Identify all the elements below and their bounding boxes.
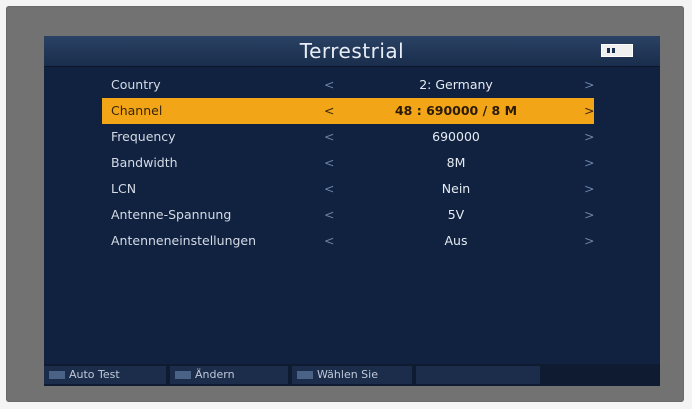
setting-value: 48 : 690000 / 8 M	[394, 103, 518, 118]
left-arrow-icon[interactable]: <	[324, 207, 334, 222]
auto-test-button[interactable]: Auto Test	[44, 366, 166, 384]
setting-value: Nein	[441, 181, 471, 196]
left-arrow-icon[interactable]: <	[324, 181, 334, 196]
right-arrow-icon[interactable]: >	[584, 233, 594, 248]
right-arrow-icon[interactable]: >	[584, 103, 594, 118]
left-arrow-icon[interactable]: <	[324, 103, 334, 118]
setting-label: Channel	[111, 103, 163, 118]
settings-list: Country < 2: Germany > Channel < 48 : 69…	[44, 72, 660, 254]
right-arrow-icon[interactable]: >	[584, 181, 594, 196]
setting-row-channel[interactable]: Channel < 48 : 690000 / 8 M >	[102, 98, 594, 124]
footer-label: Ändern	[195, 368, 235, 381]
footer-empty-slot	[416, 366, 540, 384]
setting-row-lcn[interactable]: LCN < Nein >	[44, 176, 660, 202]
setting-value: 690000	[432, 129, 480, 144]
left-arrow-icon[interactable]: <	[324, 77, 334, 92]
setting-label: Antenneneinstellungen	[111, 233, 257, 248]
battery-icon	[601, 44, 633, 57]
left-arrow-icon[interactable]: <	[324, 155, 334, 170]
footer-bar: Auto Test Ändern Wählen Sie	[44, 364, 660, 386]
remote-key-icon	[297, 371, 313, 379]
left-arrow-icon[interactable]: <	[324, 129, 334, 144]
remote-key-icon	[175, 371, 191, 379]
title-bar: Terrestrial	[44, 36, 660, 67]
tv-screen: Terrestrial Country < 2: Germany > Chann…	[44, 36, 660, 386]
andern-button[interactable]: Ändern	[170, 366, 288, 384]
right-arrow-icon[interactable]: >	[584, 207, 594, 222]
setting-row-frequency[interactable]: Frequency < 690000 >	[44, 124, 660, 150]
setting-value: 2: Germany	[419, 77, 493, 92]
left-arrow-icon[interactable]: <	[324, 233, 334, 248]
setting-label: LCN	[111, 181, 137, 196]
remote-key-icon	[49, 371, 65, 379]
setting-label: Frequency	[111, 129, 176, 144]
footer-label: Auto Test	[69, 368, 120, 381]
wahlen-button[interactable]: Wählen Sie	[292, 366, 412, 384]
setting-row-antenneneinstellungen[interactable]: Antenneneinstellungen < Aus >	[44, 228, 660, 254]
right-arrow-icon[interactable]: >	[584, 77, 594, 92]
page-title: Terrestrial	[299, 39, 405, 63]
setting-label: Bandwidth	[111, 155, 178, 170]
right-arrow-icon[interactable]: >	[584, 129, 594, 144]
setting-value: 8M	[446, 155, 466, 170]
setting-label: Country	[111, 77, 161, 92]
setting-row-country[interactable]: Country < 2: Germany >	[44, 72, 660, 98]
setting-label: Antenne-Spannung	[111, 207, 232, 222]
setting-row-bandwidth[interactable]: Bandwidth < 8M >	[44, 150, 660, 176]
setting-row-antenne-spannung[interactable]: Antenne-Spannung < 5V >	[44, 202, 660, 228]
setting-value: 5V	[447, 207, 465, 222]
tv-bezel: Terrestrial Country < 2: Germany > Chann…	[6, 6, 684, 402]
setting-value: Aus	[444, 233, 468, 248]
footer-label: Wählen Sie	[317, 368, 378, 381]
right-arrow-icon[interactable]: >	[584, 155, 594, 170]
